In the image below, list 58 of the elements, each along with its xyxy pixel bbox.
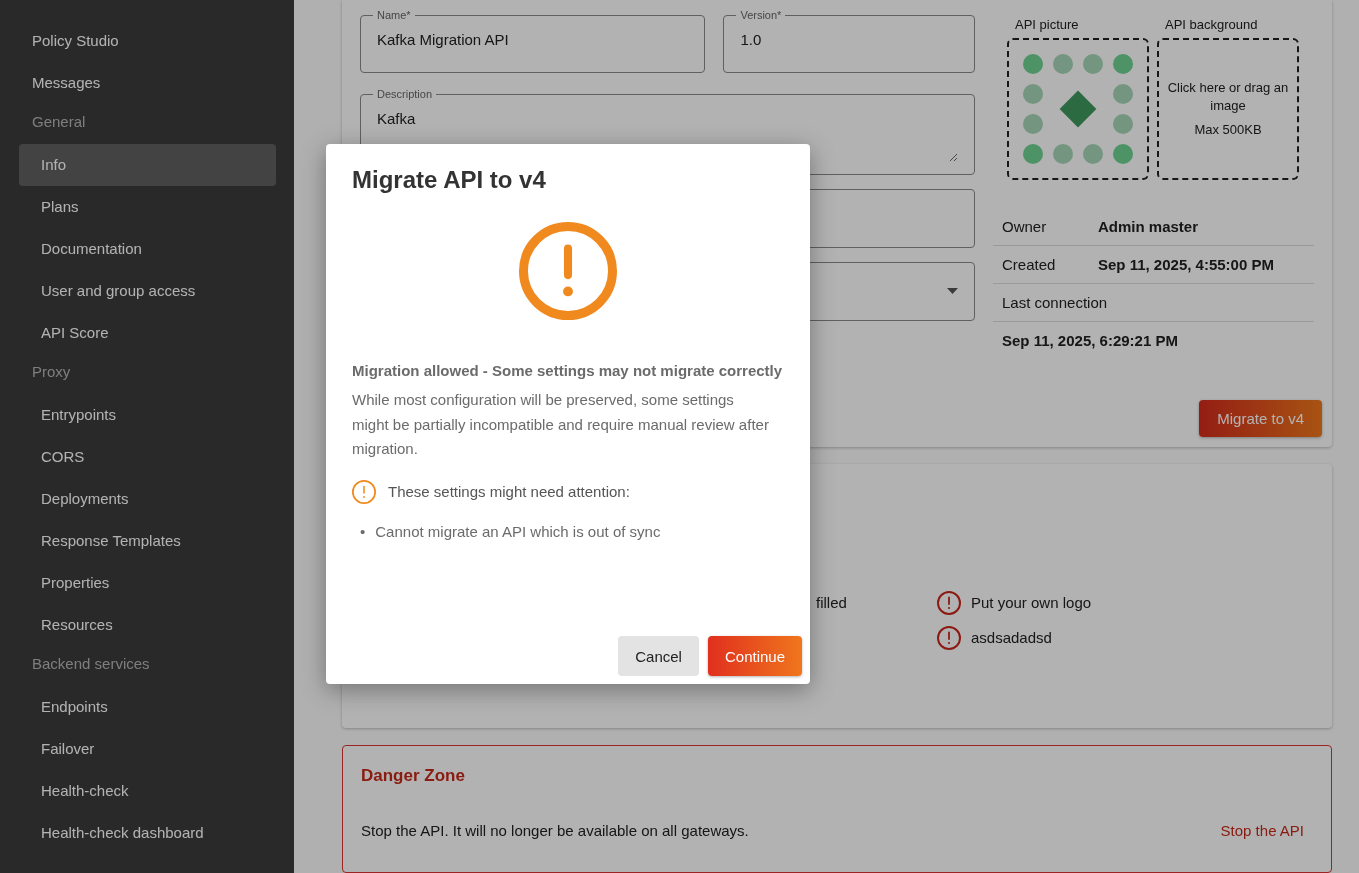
field-label: Name* [376,10,412,21]
sidebar-item[interactable]: Documentation [19,228,276,270]
sidebar-item[interactable]: User and group access [19,270,276,312]
danger-zone-text: Stop the API. It will no longer be available on all gateways. [361,822,749,840]
description-input[interactable]: Kafka [377,110,958,162]
continue-button[interactable]: Continue [707,636,802,676]
detail-value: Admin master [1089,208,1314,246]
stop-api-link[interactable]: Stop the API [1220,822,1304,840]
sidebar-item[interactable]: CORS [19,436,276,478]
sidebar-item[interactable]: Messages [19,62,276,104]
sidebar-section-title: Backend services [31,654,151,674]
size-limit: Max 500KB [1194,121,1262,139]
sidebar-item[interactable]: Properties [19,562,276,604]
quality-item: Put your own logo [971,594,1092,612]
dialog-heading: Migration allowed - Some settings may not migrate correctly [352,361,784,381]
warning-icon [519,222,617,320]
field-label: Version* [739,10,783,21]
sidebar-item[interactable]: Resources [19,604,276,646]
cancel-button[interactable]: Cancel [618,636,699,676]
warning-icon [352,479,376,504]
sidebar-item[interactable]: Endpoints [19,686,276,728]
warning-icon [937,625,961,650]
quality-item: asdsadadsd [971,629,1052,647]
name-input[interactable]: Kafka Migration API [377,31,689,48]
sidebar-section-title: Proxy [31,362,72,382]
field-label: Description [376,89,434,100]
detail-label: Owner [993,208,1089,246]
dialog-body: While most configuration will be preserved, some settings might be partially incompatible and require manual review after migration. [352,390,770,459]
background-label: API background [1164,17,1258,32]
sidebar-item[interactable]: Policy Studio [19,20,276,62]
sidebar-item[interactable]: Plans [19,186,276,228]
sidebar-item[interactable]: Deployments [19,478,276,520]
picture-label: API picture [1014,17,1079,32]
name-field[interactable]: Name* Kafka Migration API [360,10,706,73]
sidebar-item[interactable]: Health-check [19,770,276,812]
version-field[interactable]: Version* 1.0 [723,10,975,73]
api-picture-dropzone[interactable] [1007,38,1149,180]
issue-item: Cannot migrate an API which is out of sync [375,521,661,542]
sidebar-item[interactable]: Failover [19,728,276,770]
detail-value: Sep 11, 2025, 4:55:00 PM [1089,245,1314,284]
quality-item: filled [816,594,847,612]
bullet: • [360,521,366,542]
detail-label: Created [993,245,1089,284]
sidebar-item[interactable]: API Score [19,312,276,354]
api-background-dropzone[interactable]: Click here or drag an image Max 500KB [1157,38,1299,180]
attention-text: These settings might need attention: [388,483,630,500]
sidebar-item[interactable]: Health-check dashboard [19,812,276,854]
sidebar-section-title: General [31,112,87,132]
detail-label: Last connection [993,283,1314,322]
sidebar-item[interactable]: Response Templates [19,520,276,562]
dropzone-hint: Click here or drag an image [1166,79,1290,115]
sidebar-item[interactable]: Entrypoints [19,394,276,436]
detail-value: Sep 11, 2025, 6:29:21 PM [993,321,1314,359]
danger-zone-title: Danger Zone [361,766,466,787]
warning-icon [937,590,961,615]
version-input[interactable]: 1.0 [740,31,958,48]
caret-icon [947,288,958,294]
sidebar-item[interactable]: Info [19,144,276,186]
